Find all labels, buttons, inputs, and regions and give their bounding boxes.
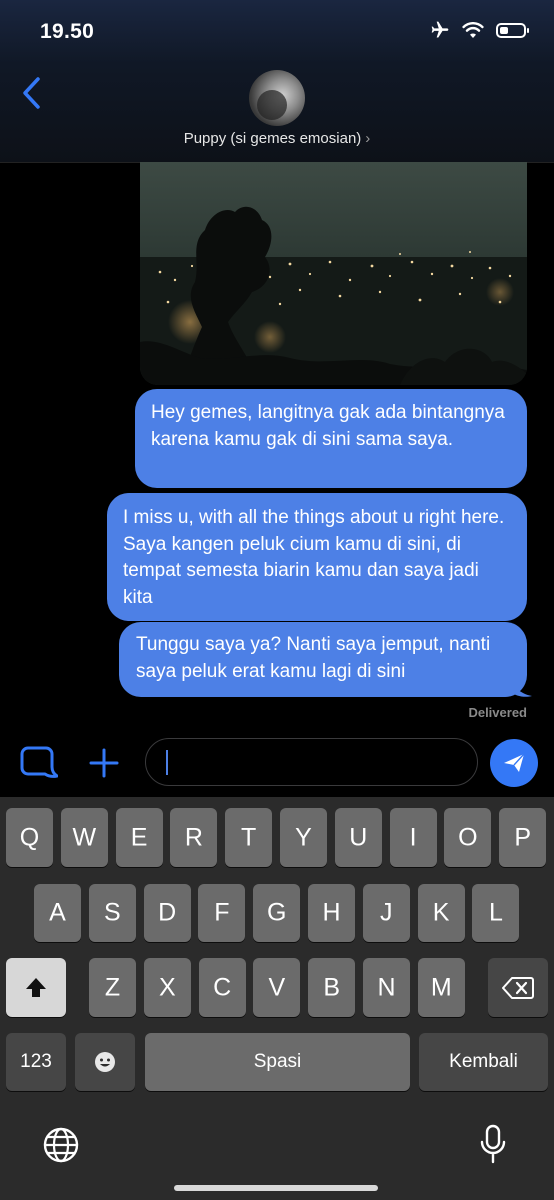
status-bar: 19.50 — [0, 0, 554, 64]
key-c[interactable]: C — [198, 958, 246, 1017]
key-p[interactable]: P — [499, 808, 547, 867]
image-message[interactable] — [140, 162, 527, 385]
status-time: 19.50 — [40, 20, 95, 43]
space-key[interactable]: Spasi — [145, 1033, 410, 1091]
key-g[interactable]: G — [253, 884, 301, 942]
shift-key[interactable] — [6, 958, 66, 1017]
message-bubble[interactable]: Hey gemes, langitnya gak ada bintangnya … — [135, 389, 527, 488]
app-store-icon[interactable] — [20, 745, 58, 781]
back-chevron-icon[interactable] — [20, 76, 44, 110]
keyboard: QWERTYUIOP ASDFGHJKL ZXCVBNM 123 Spasi K… — [0, 797, 554, 1200]
key-t[interactable]: T — [225, 808, 273, 867]
key-i[interactable]: I — [389, 808, 437, 867]
key-v[interactable]: V — [253, 958, 301, 1017]
chevron-right-icon: › — [365, 130, 371, 147]
key-j[interactable]: J — [362, 884, 410, 942]
microphone-icon[interactable] — [480, 1124, 506, 1166]
key-d[interactable]: D — [143, 884, 191, 942]
contact-name-button[interactable]: Puppy (si gemes emosian) › — [0, 130, 554, 147]
delivery-status: Delivered — [468, 705, 527, 720]
key-k[interactable]: K — [417, 884, 465, 942]
key-s[interactable]: S — [88, 884, 136, 942]
home-indicator — [174, 1185, 378, 1191]
avatar[interactable] — [249, 70, 305, 126]
message-bubble[interactable]: Tunggu saya ya? Nanti saya jemput, nanti… — [119, 622, 527, 697]
wifi-icon — [462, 22, 484, 38]
numbers-key[interactable]: 123 — [6, 1033, 66, 1091]
send-icon — [504, 753, 525, 772]
key-y[interactable]: Y — [280, 808, 327, 867]
shift-icon — [26, 978, 46, 997]
key-o[interactable]: O — [444, 808, 492, 867]
bubble-tail — [510, 674, 532, 697]
plus-icon[interactable] — [88, 745, 120, 781]
backspace-key[interactable] — [488, 958, 548, 1017]
battery-icon — [496, 22, 529, 38]
key-q[interactable]: Q — [6, 808, 53, 867]
message-input[interactable] — [145, 738, 478, 786]
key-u[interactable]: U — [334, 808, 382, 867]
return-key[interactable]: Kembali — [419, 1033, 548, 1091]
emoji-key[interactable] — [75, 1033, 135, 1091]
key-h[interactable]: H — [308, 884, 355, 942]
key-r[interactable]: R — [170, 808, 218, 867]
globe-icon[interactable] — [42, 1126, 80, 1164]
text-caret — [166, 750, 168, 775]
send-button[interactable] — [490, 739, 538, 787]
message-bubble[interactable]: I miss u, with all the things about u ri… — [107, 493, 527, 621]
key-n[interactable]: N — [363, 958, 410, 1017]
emoji-icon — [95, 1052, 115, 1072]
key-f[interactable]: F — [198, 884, 246, 942]
contact-name: Puppy (si gemes emosian) — [183, 130, 362, 147]
airplane-icon — [431, 21, 449, 38]
key-e[interactable]: E — [115, 808, 163, 867]
key-b[interactable]: B — [308, 958, 356, 1017]
key-z[interactable]: Z — [89, 958, 136, 1017]
composer — [0, 735, 554, 795]
key-a[interactable]: A — [34, 884, 81, 942]
key-m[interactable]: M — [417, 958, 465, 1017]
key-w[interactable]: W — [60, 808, 108, 867]
backspace-icon — [502, 977, 534, 999]
key-l[interactable]: L — [472, 884, 520, 942]
key-x[interactable]: X — [143, 958, 191, 1017]
conversation-header: Puppy (si gemes emosian) › — [0, 64, 554, 163]
